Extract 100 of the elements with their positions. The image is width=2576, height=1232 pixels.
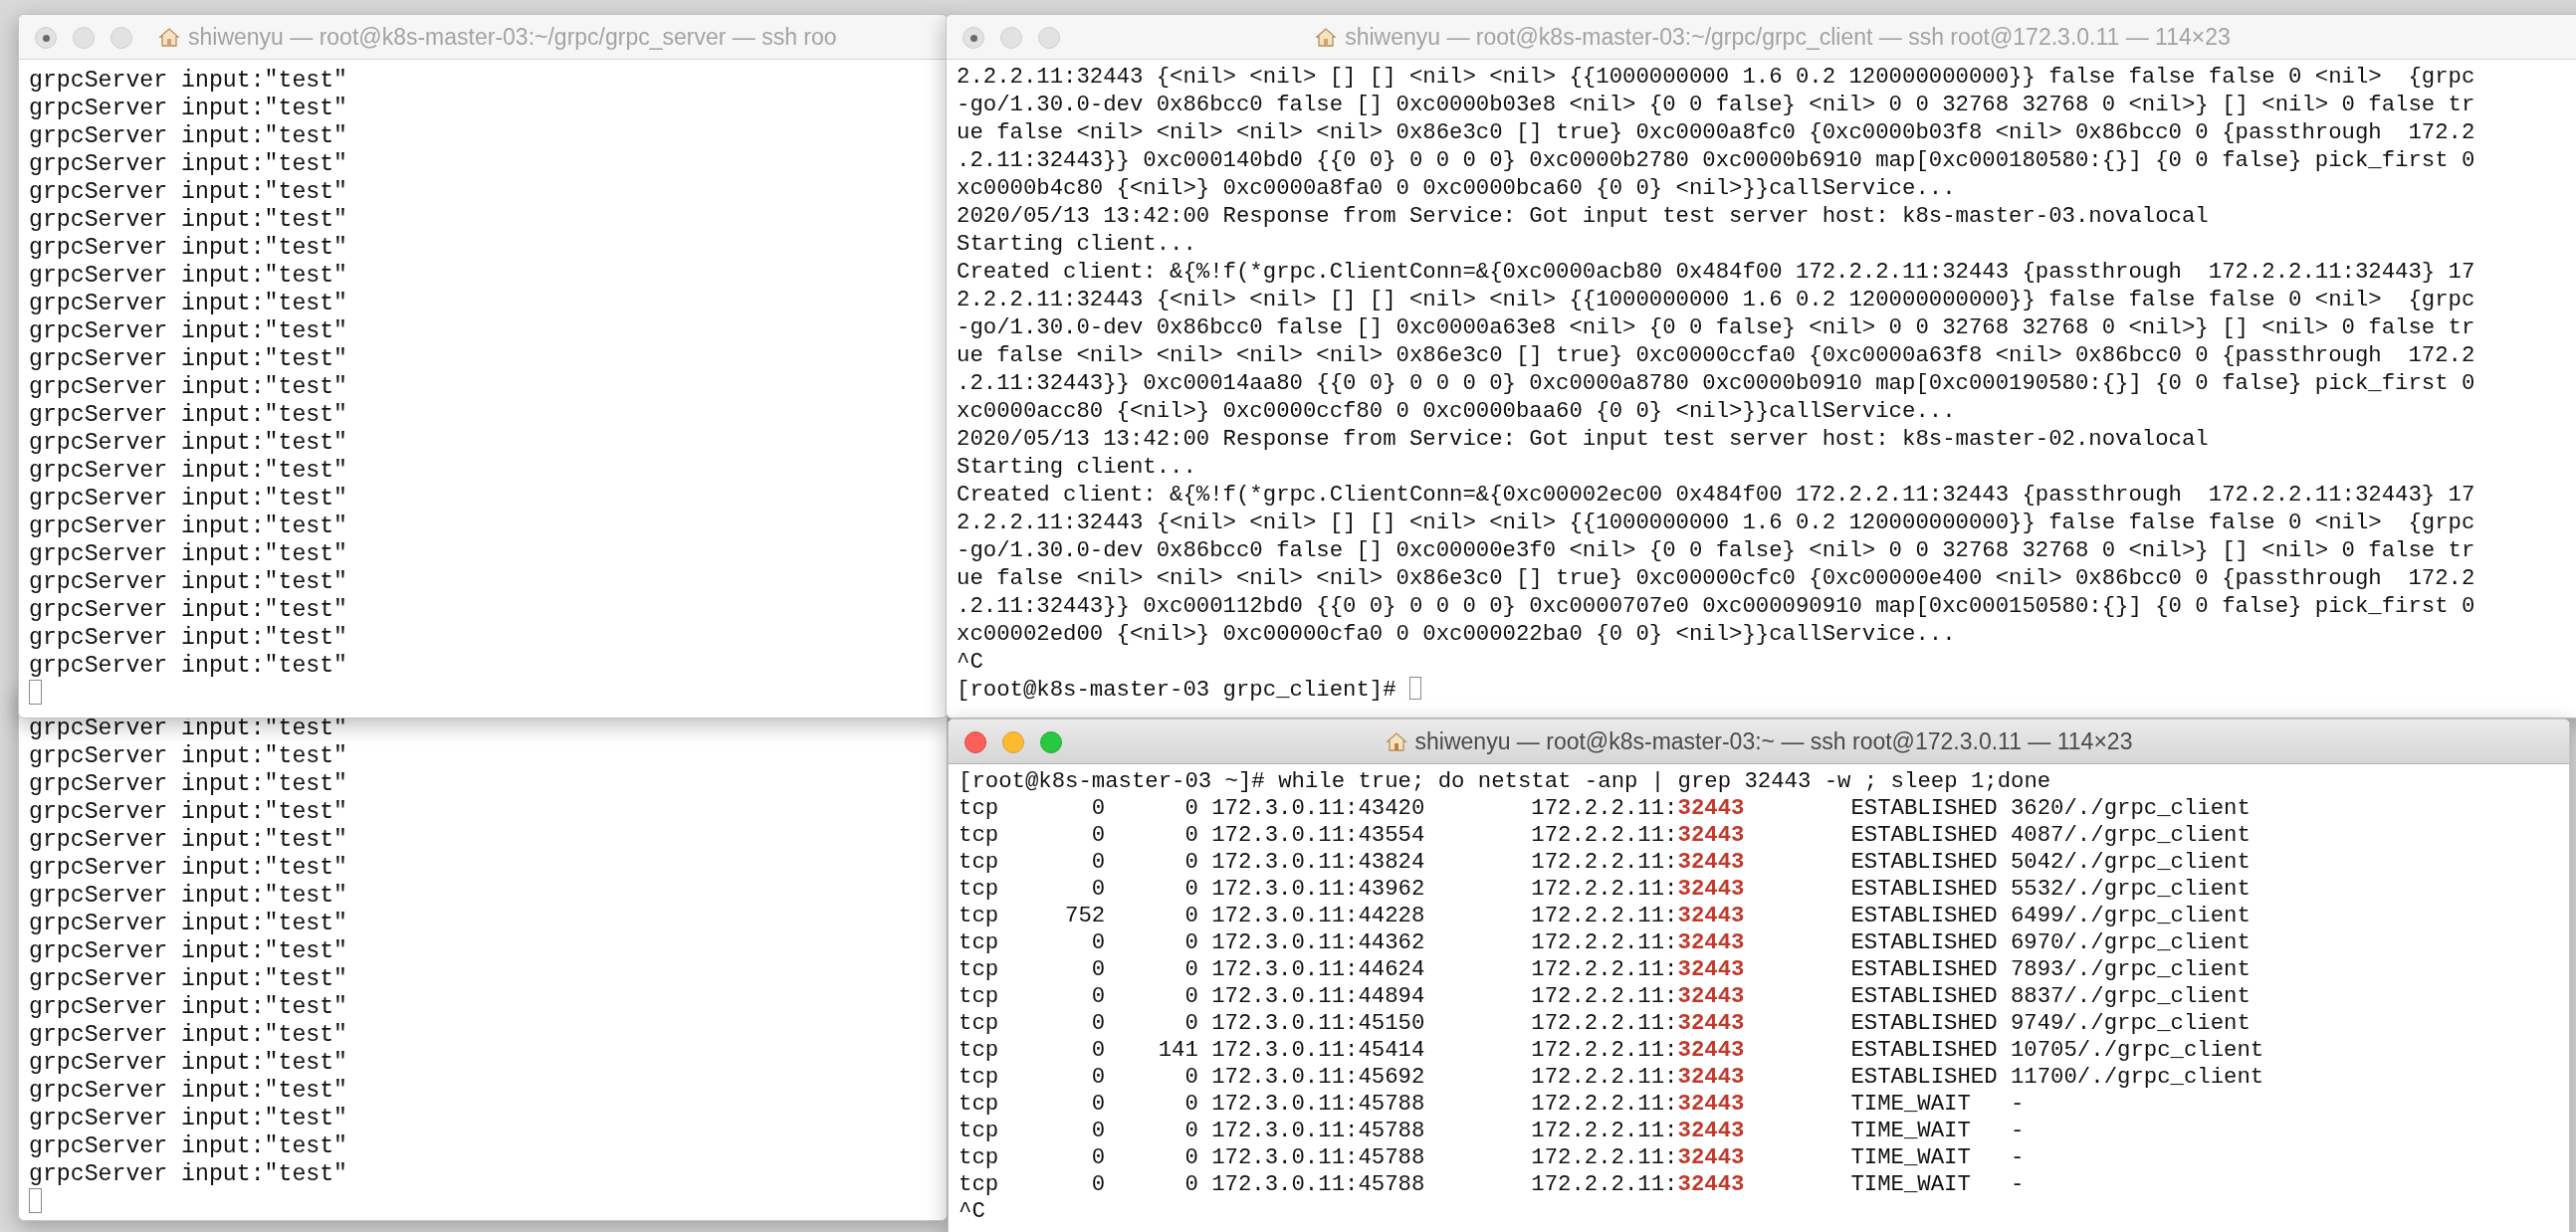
program-cell-text: 8837/./grpc_client xyxy=(2010,983,2252,1010)
text-cursor xyxy=(1408,677,1422,701)
program-cell-text: 6499/./grpc_client xyxy=(2010,903,2252,929)
terminal-line: grpcServer input:"test" xyxy=(29,1106,348,1131)
send-queue-cell-text: 0 xyxy=(1183,956,1198,983)
send-queue-cell-text: 0 xyxy=(1183,822,1198,849)
local-address-cell-text: 172.3.0.11:45788 xyxy=(1211,1118,1426,1144)
window-title: shiwenyu — root@k8s-master-03:~/grpc/grpc_server — ssh roo xyxy=(188,23,837,51)
terminal-line: grpcServer input:"test" xyxy=(29,1050,348,1076)
terminal-line: grpcServer input:"test" xyxy=(29,263,348,289)
terminal-line: grpcServer input:"test" xyxy=(29,1022,348,1048)
command-line: [root@k8s-master-03 ~]# while true; do netstat -anp | grep 32443 -w ; sleep 1;done xyxy=(959,768,2051,794)
terminal-line: grpcServer input:"test" xyxy=(29,291,348,316)
window-title: shiwenyu — root@k8s-master-03:~/grpc/grpc_client — ssh root@172.3.0.11 — 114×23 xyxy=(1345,23,2231,51)
foreign-address-cell-text: 172.2.2.11:32443 xyxy=(1531,903,1746,929)
local-address-cell-text: 172.3.0.11:45788 xyxy=(1211,1171,1426,1198)
zoom-button[interactable] xyxy=(1038,27,1060,49)
recv-queue-cell-text: 0 xyxy=(1090,929,1106,956)
foreign-address-cell-text: 172.2.2.11:32443 xyxy=(1531,1171,1746,1198)
terminal-line: grpcServer input:"test" xyxy=(29,402,348,428)
zoom-button[interactable] xyxy=(110,27,132,49)
protocol-cell: tcp xyxy=(959,903,999,929)
minimize-button[interactable] xyxy=(1002,731,1024,753)
home-icon xyxy=(1385,730,1407,752)
terminal-line: grpcServer input:"test" xyxy=(29,151,348,177)
send-queue-cell-text: 141 xyxy=(1157,1037,1198,1064)
program-cell-text: 9749/./grpc_client xyxy=(2010,1010,2252,1037)
terminal-line: grpcServer input:"test" xyxy=(29,827,348,853)
terminal-line: grpcServer input:"test" xyxy=(29,458,348,484)
program-cell-text: - xyxy=(2010,1144,2026,1171)
terminal-line: grpcServer input:"test" xyxy=(29,597,348,623)
protocol-cell: tcp xyxy=(959,795,999,822)
terminal-line: grpcServer input:"test" xyxy=(29,207,348,233)
terminal-line: grpcServer input:"test" xyxy=(29,68,348,94)
send-queue-cell-text: 0 xyxy=(1183,1091,1198,1118)
state-cell: ESTABLISHED xyxy=(1850,1064,1998,1091)
local-address-cell-text: 172.3.0.11:44362 xyxy=(1211,929,1426,956)
terminal-line: xc0000b4c80 {<nil>} 0xc0000a8fa0 0 0xc0000bca60 {0 0} <nil>}}callService... xyxy=(957,175,1956,201)
zoom-button[interactable] xyxy=(1040,731,1062,753)
terminal-line: grpcServer input:"test" xyxy=(29,513,348,539)
program-cell-text: 3620/./grpc_client xyxy=(2010,795,2252,822)
terminal-line: grpcServer input:"test" xyxy=(29,346,348,372)
terminal-line: Created client: &{%!f(*grpc.ClientConn=&{0xc00002ec00 0x484f00 172.2.2.11:32443 {passthrough 172.2.2.11:32443} 17 xyxy=(957,482,2475,508)
terminal-line: .2.11:32443}} 0xc000112bd0 {{0 0} 0 0 0 0} 0xc0000707e0 0xc000090910 map[0xc000150580:{}] {0 0 false} pick_first 0 xyxy=(957,593,2475,619)
terminal-line: grpcServer input:"test" xyxy=(29,994,348,1020)
state-cell: ESTABLISHED xyxy=(1850,795,1998,822)
send-queue-cell-text: 0 xyxy=(1183,1171,1198,1198)
terminal-line: grpcServer input:"test" xyxy=(29,911,348,936)
recv-queue-cell-text: 0 xyxy=(1090,822,1106,849)
program-cell-text: 5532/./grpc_client xyxy=(2010,876,2252,903)
terminal-line: grpcServer input:"test" xyxy=(29,653,348,679)
send-queue-cell-text: 0 xyxy=(1183,1144,1198,1171)
state-cell: ESTABLISHED xyxy=(1850,1037,1998,1064)
terminal-line: -go/1.30.0-dev 0x86bcc0 false [] 0xc0000a63e8 <nil> {0 0 false} <nil> 0 0 32768 32768 0 <nil>} [] <nil> 0 false tr xyxy=(957,314,2475,340)
foreign-address-cell-text: 172.2.2.11:32443 xyxy=(1531,1118,1746,1144)
terminal-line: grpcServer input:"test" xyxy=(29,541,348,567)
recv-queue-cell-text: 0 xyxy=(1090,956,1106,983)
close-button[interactable] xyxy=(965,731,986,753)
foreign-address-cell-text: 172.2.2.11:32443 xyxy=(1531,822,1746,849)
terminal-line: grpcServer input:"test" xyxy=(29,883,348,909)
state-cell: ESTABLISHED xyxy=(1850,876,1998,903)
send-queue-cell-text: 0 xyxy=(1183,795,1198,822)
home-icon xyxy=(1315,26,1338,48)
recv-queue-cell-text: 0 xyxy=(1090,795,1106,822)
protocol-cell: tcp xyxy=(959,876,999,903)
terminal-line: -go/1.30.0-dev 0x86bcc0 false [] 0xc0000b03e8 <nil> {0 0 false} <nil> 0 0 32768 32768 0 <nil>} [] <nil> 0 false tr xyxy=(957,92,2475,117)
foreign-address-cell-text: 172.2.2.11:32443 xyxy=(1531,849,1746,876)
recv-queue-cell-text: 0 xyxy=(1090,1118,1106,1144)
terminal-line: grpcServer input:"test" xyxy=(29,1133,348,1159)
program-cell-text: - xyxy=(2010,1118,2026,1144)
foreign-address-cell-text: 172.2.2.11:32443 xyxy=(1531,1091,1746,1118)
minimize-button[interactable] xyxy=(73,27,95,49)
terminal-line: 2.2.2.11:32443 {<nil> <nil> [] [] <nil> <nil> {{1000000000 1.6 0.2 120000000000}} false false false 0 <nil> {grpc xyxy=(957,510,2475,535)
recv-queue-cell-text: 0 xyxy=(1090,1064,1106,1091)
terminal-line: .2.11:32443}} 0xc000140bd0 {{0 0} 0 0 0 0} 0xc0000b2780 0xc0000b6910 map[0xc000180580:{}] {0 0 false} pick_first 0 xyxy=(957,147,2475,173)
terminal-line: 2.2.2.11:32443 {<nil> <nil> [] [] <nil> <nil> {{1000000000 1.6 0.2 120000000000}} false false false 0 <nil> {grpc xyxy=(957,287,2475,312)
recv-queue-cell-text: 0 xyxy=(1090,1171,1106,1198)
recv-queue-cell-text: 752 xyxy=(1064,903,1106,929)
local-address-cell-text: 172.3.0.11:44894 xyxy=(1211,983,1426,1010)
program-cell-text: 11700/./grpc_client xyxy=(2010,1064,2265,1091)
terminal-line: xc0000acc80 {<nil>} 0xc0000ccf80 0 0xc0000baa60 {0 0} <nil>}}callService... xyxy=(957,398,1956,424)
send-queue-cell-text: 0 xyxy=(1183,983,1198,1010)
recv-queue-cell-text: 0 xyxy=(1090,1091,1106,1118)
minimize-button[interactable] xyxy=(1000,27,1022,49)
terminal-line: grpcServer input:"test" xyxy=(29,855,348,881)
terminal-line: ^C xyxy=(957,649,983,675)
state-cell-text: TIME_WAIT xyxy=(1850,1171,1972,1198)
terminal-line: grpcServer input:"test" xyxy=(29,430,348,456)
terminal-line: 2020/05/13 13:42:00 Response from Service: Got input test server host: k8s-master-03.novalocal xyxy=(957,203,2209,229)
program-cell-text: 5042/./grpc_client xyxy=(2010,849,2252,876)
send-queue-cell-text: 0 xyxy=(1183,929,1198,956)
local-address-cell-text: 172.3.0.11:43554 xyxy=(1211,822,1426,849)
send-queue-cell-text: 0 xyxy=(1183,1118,1198,1144)
recv-queue-cell-text: 0 xyxy=(1090,1010,1106,1037)
home-icon xyxy=(158,26,180,48)
terminal-line: .2.11:32443}} 0xc00014aa80 {{0 0} 0 0 0 0} 0xc0000a8780 0xc0000b0910 map[0xc000190580:{}] {0 0 false} pick_first 0 xyxy=(957,370,2475,396)
protocol-cell: tcp xyxy=(959,983,999,1010)
terminal-line: grpcServer input:"test" xyxy=(29,625,348,651)
foreign-address-cell-text: 172.2.2.11:32443 xyxy=(1531,1010,1746,1037)
terminal-line: grpcServer input:"test" xyxy=(29,716,348,741)
